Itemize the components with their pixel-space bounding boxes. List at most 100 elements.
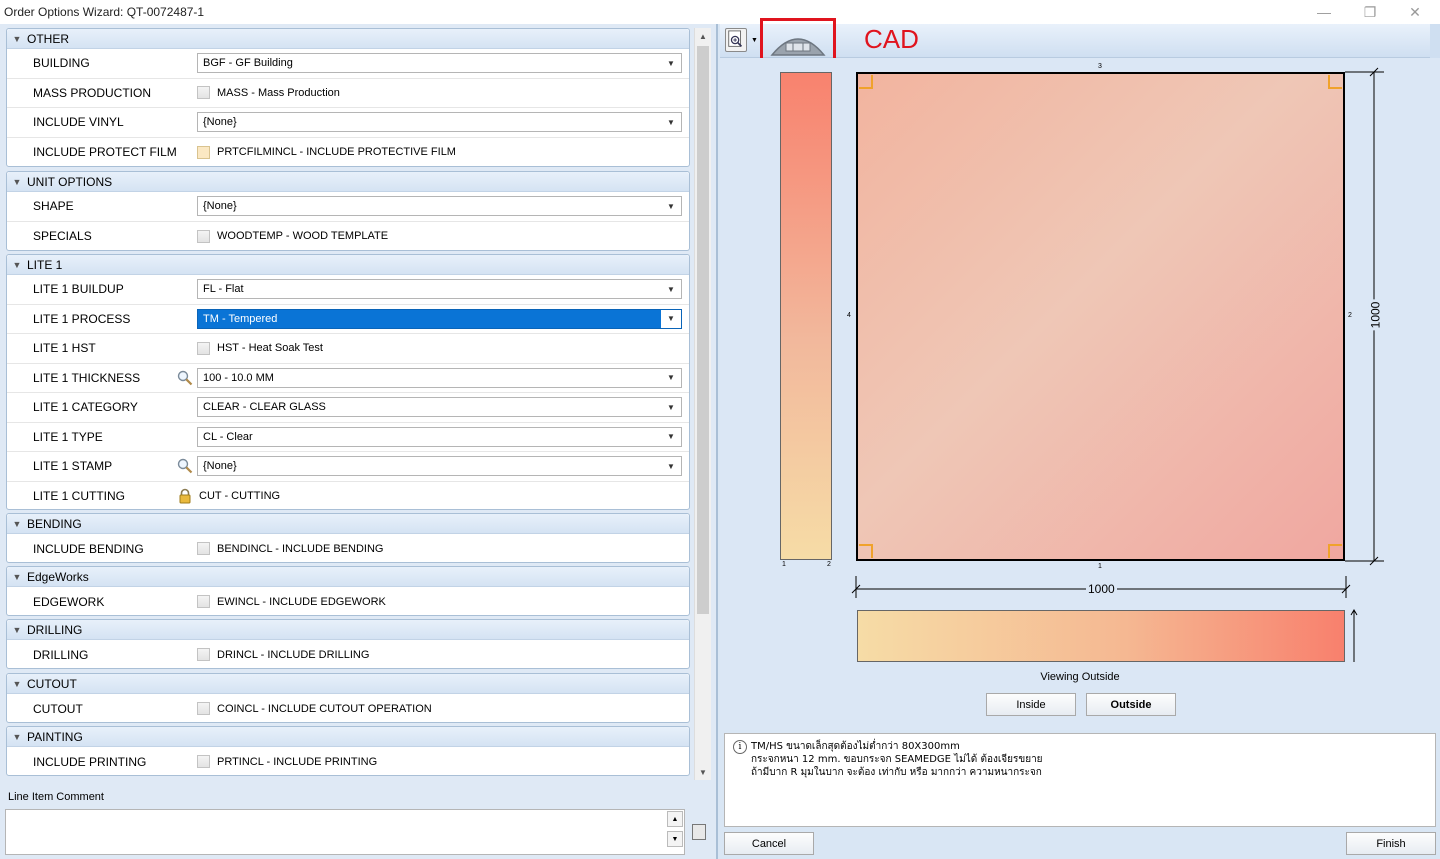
lite1-buildup-combo[interactable]: FL - Flat ▼ [197,279,682,300]
lite1-type-combo[interactable]: CL - Clear ▼ [197,426,682,447]
group-header-painting[interactable]: ▼ PAINTING [7,727,689,747]
field-label: SPECIALS [33,229,92,244]
lite1-stamp-combo[interactable]: {None} ▼ [197,456,682,477]
message-box: i TM/HS ขนาดเล็กสุดต้องไม่ต่ำกว่า 80X300… [724,733,1436,827]
lite1-hst-checkbox[interactable] [197,341,210,355]
close-button[interactable]: ✕ [1392,0,1438,24]
viewing-caption: Viewing Outside [1040,671,1120,683]
height-dimension: 1000 [1368,299,1383,331]
collapse-triangle-icon[interactable]: ▼ [7,519,27,529]
minimize-button[interactable]: — [1301,0,1347,24]
inside-button[interactable]: Inside [986,693,1076,716]
row-edgework: EDGEWORK EWINCL - INCLUDE EDGEWORK [7,587,689,617]
message-lines: TM/HS ขนาดเล็กสุดต้องไม่ต่ำกว่า 80X300mm… [751,740,1043,779]
combo-value: TM - Tempered [203,312,278,325]
info-icon: i [733,740,747,754]
combo-value: CLEAR - CLEAR GLASS [203,401,326,414]
collapse-triangle-icon[interactable]: ▼ [7,625,27,635]
group-header-cutout[interactable]: ▼ CUTOUT [7,674,689,694]
field-label: EDGEWORK [33,594,105,609]
specials-checkbox[interactable] [197,229,210,243]
restore-button[interactable]: ❐ [1347,0,1393,24]
checkbox-text: COINCL - INCLUDE CUTOUT OPERATION [217,702,432,715]
collapse-triangle-icon[interactable]: ▼ [7,260,27,270]
cad-pane: ▼ CAD 1 2 3 1 4 2 1000 1000 Viewing Outs… [716,18,1440,859]
row-include-vinyl: INCLUDE VINYL {None} ▼ [7,108,689,138]
include-bending-checkbox[interactable] [197,542,210,556]
shape-combo[interactable]: {None} ▼ [197,196,682,217]
comment-scrollbar[interactable]: ▲ ▼ [667,811,683,853]
building-combo[interactable]: BGF - GF Building ▼ [197,53,682,74]
row-include-bending: INCLUDE BENDING BENDINCL - INCLUDE BENDI… [7,534,689,564]
dropdown-arrow-icon[interactable]: ▼ [661,369,681,387]
group-name: CUTOUT [27,676,77,691]
group-name: OTHER [27,31,69,46]
group-name: LITE 1 [27,257,63,272]
row-lite1-buildup: LITE 1 BUILDUP FL - Flat ▼ [7,275,689,305]
group-header-unit-options[interactable]: ▼ UNIT OPTIONS [7,172,689,192]
dropdown-arrow-icon[interactable]: ▼ [661,309,681,328]
cancel-button[interactable]: Cancel [724,832,814,855]
lite1-thickness-combo[interactable]: 100 - 10.0 MM ▼ [197,367,682,388]
dropdown-arrow-icon[interactable]: ▼ [661,113,681,131]
outside-button[interactable]: Outside [1086,693,1176,716]
group-name: PAINTING [27,729,83,744]
message-line: กระจกหนา 12 mm. ขอบกระจก SEAMEDGE ไม่ได้… [751,754,1043,765]
dropdown-arrow-icon[interactable]: ▼ [661,428,681,446]
finish-button[interactable]: Finish [1346,832,1436,855]
collapse-triangle-icon[interactable]: ▼ [7,679,27,689]
options-scrollbar[interactable]: ▲ ▼ [694,28,711,780]
width-dimension: 1000 [1086,582,1117,596]
locked-value: CUT - CUTTING [199,490,281,503]
combo-value: {None} [203,200,237,213]
group-header-edgeworks[interactable]: ▼ EdgeWorks [7,567,689,587]
cutout-checkbox[interactable] [197,702,210,716]
edgework-checkbox[interactable] [197,595,210,609]
collapse-triangle-icon[interactable]: ▼ [7,732,27,742]
include-printing-checkbox[interactable] [197,755,210,769]
option-groups: ▼ OTHER BUILDING BGF - GF Building ▼ MAS… [4,28,692,780]
collapse-triangle-icon[interactable]: ▼ [7,177,27,187]
dropdown-arrow-icon[interactable]: ▼ [661,457,681,475]
row-lite1-hst: LITE 1 HST HST - Heat Soak Test [7,334,689,364]
collapse-triangle-icon[interactable]: ▼ [7,34,27,44]
dropdown-arrow-icon[interactable]: ▼ [661,197,681,215]
line-item-comment-input[interactable] [5,809,685,855]
field-label: INCLUDE PROTECT FILM [33,145,177,160]
group-name: UNIT OPTIONS [27,174,113,189]
group-name: EdgeWorks [27,569,89,584]
collapse-triangle-icon[interactable]: ▼ [7,572,27,582]
dropdown-arrow-icon[interactable]: ▼ [661,398,681,416]
lite1-category-combo[interactable]: CLEAR - CLEAR GLASS ▼ [197,397,682,418]
include-vinyl-combo[interactable]: {None} ▼ [197,112,682,133]
search-icon[interactable] [177,458,193,474]
zoom-button[interactable] [725,28,747,52]
mass-production-checkbox[interactable] [197,86,210,100]
scroll-up-arrow-icon[interactable]: ▲ [695,28,711,44]
scroll-up-arrow-icon[interactable]: ▲ [667,811,683,827]
cad-drawing-canvas: 1 2 3 1 4 2 1000 1000 Viewing Outside In… [720,58,1440,730]
row-lite1-stamp: LITE 1 STAMP {None} ▼ [7,452,689,482]
lite1-process-combo[interactable]: TM - Tempered ▼ [197,308,682,329]
combo-value: CL - Clear [203,430,253,443]
field-label: SHAPE [33,199,74,214]
scroll-down-arrow-icon[interactable]: ▼ [695,764,711,780]
group-name: DRILLING [27,622,83,637]
cad-label: CAD [864,24,919,54]
group-header-other[interactable]: ▼ OTHER [7,29,689,49]
drilling-checkbox[interactable] [197,648,210,662]
scroll-down-arrow-icon[interactable]: ▼ [667,831,683,847]
notes-icon[interactable] [692,824,706,840]
dropdown-arrow-icon[interactable]: ▼ [661,280,681,298]
zoom-dropdown-arrow-icon[interactable]: ▼ [751,37,758,44]
field-label: LITE 1 THICKNESS [33,370,141,385]
toolbar-scroll-stub [1430,24,1440,58]
protect-film-checkbox[interactable] [197,145,210,159]
dropdown-arrow-icon[interactable]: ▼ [661,54,681,72]
group-header-lite1[interactable]: ▼ LITE 1 [7,255,689,275]
group-header-drilling[interactable]: ▼ DRILLING [7,620,689,640]
scroll-thumb[interactable] [697,46,709,614]
group-header-bending[interactable]: ▼ BENDING [7,514,689,534]
search-icon[interactable] [177,370,193,386]
checkbox-text: DRINCL - INCLUDE DRILLING [217,648,370,661]
